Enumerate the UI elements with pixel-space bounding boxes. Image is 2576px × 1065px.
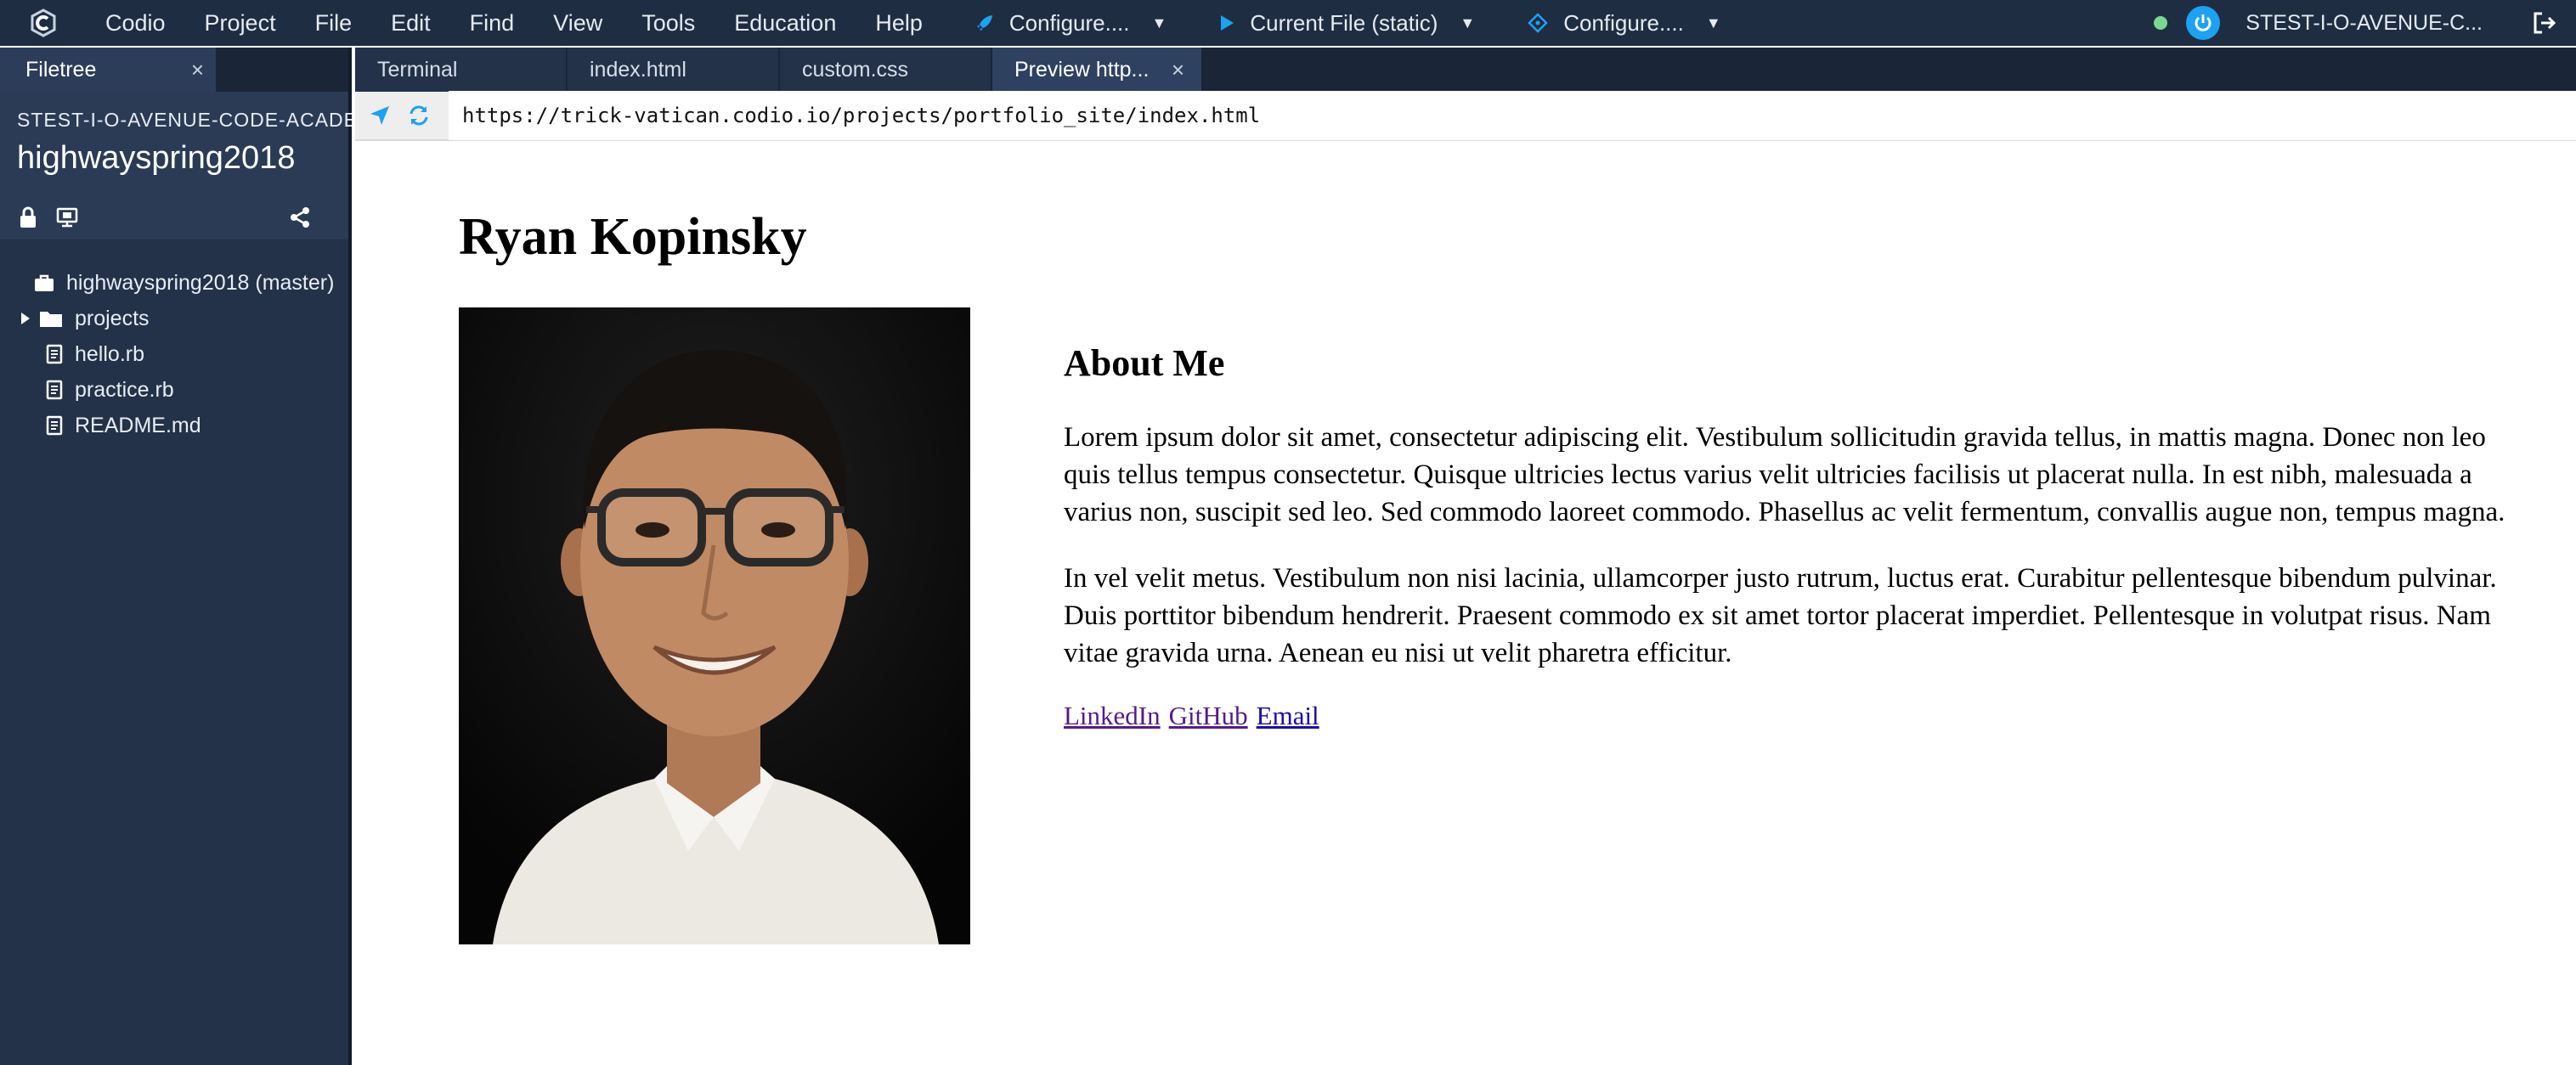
tree-item-file[interactable]: README.md (0, 408, 348, 443)
file-icon (46, 415, 63, 436)
navigate-icon[interactable] (369, 104, 391, 127)
filetree-panel: Filetree × STEST-I-O-AVENUE-CODE-ACADEMY… (0, 48, 352, 1065)
chevron-down-icon: ▼ (1151, 14, 1167, 31)
tree-item-file[interactable]: hello.rb (0, 336, 348, 372)
folder-icon (39, 309, 63, 328)
lock-icon[interactable] (19, 206, 37, 228)
tree-item-file[interactable]: practice.rb (0, 372, 348, 408)
play-icon (1219, 14, 1234, 31)
github-link[interactable]: GitHub (1169, 701, 1248, 730)
file-tree: highwayspring2018 (master) projects hell… (0, 239, 348, 443)
preview-address-bar: https://trick-vatican.codio.io/projects/… (355, 91, 2576, 141)
menu-education[interactable]: Education (734, 0, 836, 46)
run-current-file-label: Current File (static) (1250, 9, 1438, 36)
linkedin-link[interactable]: LinkedIn (1064, 701, 1161, 730)
page-title: Ryan Kopinsky (459, 208, 807, 266)
profile-photo (459, 307, 970, 944)
menu-view[interactable]: View (553, 0, 602, 46)
account-tools: STEST-I-O-AVENUE-C... (2154, 0, 2576, 46)
deploy-configure-label: Configure.... (1008, 9, 1130, 36)
project-toolbar (0, 195, 348, 239)
close-icon[interactable]: × (1172, 57, 1184, 83)
editor-tabbar: Terminal index.html custom.css Preview h… (355, 48, 2576, 92)
tab-label: Terminal (377, 57, 458, 82)
filetree-tabbar: Filetree × (0, 48, 348, 92)
tree-item-projects[interactable]: projects (0, 301, 348, 336)
close-icon[interactable]: × (191, 57, 204, 83)
file-icon (46, 344, 63, 364)
briefcase-icon (34, 273, 54, 292)
menu-edit[interactable]: Edit (391, 0, 431, 46)
project-name: highwayspring2018 (17, 140, 296, 176)
menu-codio[interactable]: Codio (105, 0, 166, 46)
tree-item-label: highwayspring2018 (master) (66, 270, 335, 295)
project-owner: STEST-I-O-AVENUE-CODE-ACADEMY (17, 109, 352, 131)
refresh-icon[interactable] (408, 104, 430, 127)
monitor-icon[interactable] (56, 207, 78, 228)
tree-item-label: practice.rb (75, 377, 174, 402)
share-icon[interactable] (289, 206, 311, 228)
about-paragraph: Lorem ipsum dolor sit amet, consectetur … (1064, 422, 2505, 527)
chevron-down-icon: ▼ (1705, 14, 1721, 31)
tab-preview[interactable]: Preview http... × (992, 48, 1201, 92)
tab-filetree-label: Filetree (25, 57, 97, 82)
tree-item-repo[interactable]: highwayspring2018 (master) (0, 265, 348, 301)
menu-tools[interactable]: Tools (641, 0, 695, 46)
menu-file[interactable]: File (315, 0, 353, 46)
status-dot (2154, 16, 2168, 30)
caret-right-icon[interactable] (17, 312, 34, 325)
tree-item-label: hello.rb (75, 341, 144, 366)
codio-logo-icon[interactable] (20, 0, 66, 46)
preview-pane: Ryan Kopinsky About Me Lorem ipsum dolor… (355, 141, 2576, 1065)
tab-custom-css[interactable]: custom.css (780, 48, 991, 92)
tab-terminal[interactable]: Terminal (355, 48, 566, 92)
power-icon[interactable] (2186, 6, 2221, 40)
file-icon (46, 380, 63, 400)
debug-icon (1528, 13, 1548, 33)
chevron-down-icon: ▼ (1460, 14, 1476, 31)
debug-configure-label: Configure.... (1563, 9, 1684, 36)
social-links: LinkedIn GitHub Email (1064, 701, 2534, 731)
menu-bar: Codio Project File Edit Find View Tools … (0, 0, 2576, 46)
tree-item-label: README.md (75, 413, 201, 437)
debug-configure-dropdown[interactable]: Configure.... ▼ (1528, 9, 1721, 37)
about-heading: About Me (1064, 342, 1225, 384)
menu-find[interactable]: Find (470, 0, 515, 46)
run-current-file-dropdown[interactable]: Current File (static) ▼ (1219, 10, 1475, 37)
url-field[interactable]: https://trick-vatican.codio.io/projects/… (449, 91, 2576, 140)
logout-icon[interactable] (2532, 10, 2557, 36)
tree-item-label: projects (75, 306, 150, 330)
tab-label: custom.css (802, 57, 909, 82)
about-section: About Me Lorem ipsum dolor sit amet, con… (1064, 341, 2534, 731)
about-paragraph: In vel velit metus. Vestibulum non nisi … (1064, 563, 2497, 668)
deploy-configure-dropdown[interactable]: Configure.... ▼ (975, 10, 1167, 37)
rocket-icon (975, 14, 994, 32)
email-link[interactable]: Email (1257, 701, 1319, 730)
tab-label: Preview http... (1014, 57, 1150, 82)
tab-filetree[interactable]: Filetree × (0, 48, 216, 92)
tab-label: index.html (590, 57, 686, 82)
menu-project[interactable]: Project (205, 0, 276, 46)
tab-index-html[interactable]: index.html (568, 48, 778, 92)
menu-help[interactable]: Help (875, 0, 923, 46)
user-name[interactable]: STEST-I-O-AVENUE-C... (2246, 11, 2483, 36)
